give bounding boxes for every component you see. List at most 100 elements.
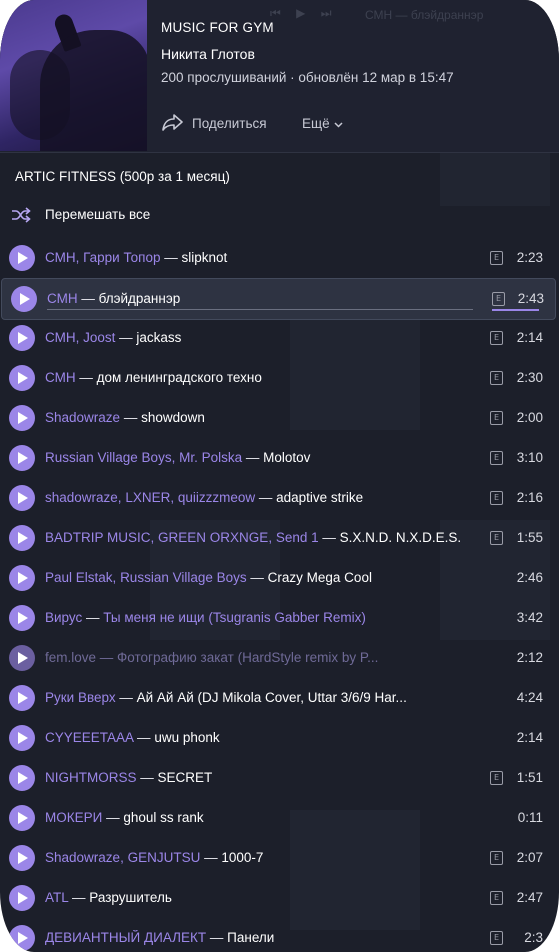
track-artist-link[interactable]: Shadowraze <box>45 410 120 425</box>
play-icon[interactable] <box>9 805 35 831</box>
track-row[interactable]: СМН — блэйдраннэр E 2:43 <box>1 278 556 320</box>
track-row[interactable]: СМН, Гарри Топор — slipknot E 2:23 <box>0 238 559 278</box>
play-icon[interactable] <box>9 845 35 871</box>
section-title: ARTIC FITNESS (500р за 1 месяц) <box>15 169 230 184</box>
track-artist-link[interactable]: quiizzzmeow <box>178 490 255 505</box>
track-duration: 2:07 <box>516 850 543 865</box>
track-duration: 2:23 <box>516 250 543 265</box>
track-artist-link[interactable]: Paul Elstak <box>45 570 113 585</box>
track-artist-link[interactable]: BADTRIP MUSIC <box>45 530 151 545</box>
track-duration: 2:46 <box>516 570 543 585</box>
play-icon[interactable] <box>9 485 35 511</box>
track-row[interactable]: МОКЕРИ — ghoul ss rank 0:11 <box>0 798 559 838</box>
track-artist-link[interactable]: Russian Village Boys <box>120 570 247 585</box>
track-artist-link[interactable]: СМН <box>45 330 76 345</box>
track-song-title: jackass <box>136 330 182 345</box>
track-artist-link[interactable]: ДЕВИАНТНЫЙ ДИАЛЕКТ <box>45 930 206 945</box>
play-icon[interactable] <box>9 605 35 631</box>
track-row[interactable]: Shadowraze, GENJUTSU — 1000-7 E 2:07 <box>0 838 559 878</box>
play-icon[interactable] <box>9 565 35 591</box>
track-artist-link[interactable]: fem.love <box>45 650 96 665</box>
track-artist-link[interactable]: GREEN ORXNGE <box>158 530 268 545</box>
play-icon[interactable] <box>9 765 35 791</box>
more-button-label: Ещё <box>302 115 330 131</box>
track-artist-link[interactable]: СМН <box>45 250 76 265</box>
track-duration: 2:12 <box>516 650 543 665</box>
track-row[interactable]: BADTRIP MUSIC, GREEN ORXNGE, Send 1 — S.… <box>0 518 559 558</box>
track-row[interactable]: Руки Вверх — Ай Ай Ай (DJ Mikola Cover, … <box>0 678 559 718</box>
track-row[interactable]: ATL — Разрушитель E 2:47 <box>0 878 559 918</box>
more-button[interactable]: Ещё <box>302 110 343 136</box>
playlist-cover-image[interactable] <box>0 0 147 151</box>
play-icon[interactable] <box>9 925 35 951</box>
track-row[interactable]: fem.love — Фотографию закат (HardStyle r… <box>0 638 559 678</box>
track-duration: 3:42 <box>516 610 543 625</box>
track-row[interactable]: shadowraze, LXNER, quiizzzmeow — adaptiv… <box>0 478 559 518</box>
track-song-title: S.X.N.D. N.X.D.E.S. <box>339 530 462 545</box>
track-artist-link[interactable]: Russian Village Boys <box>45 450 172 465</box>
explicit-badge-icon: E <box>490 331 503 345</box>
explicit-badge-icon: E <box>490 371 503 385</box>
track-song-title: Ты меня не ищи (Tsugranis Gabber Remix) <box>103 610 366 625</box>
play-icon[interactable] <box>9 325 35 351</box>
play-icon[interactable] <box>9 405 35 431</box>
play-icon[interactable] <box>9 885 35 911</box>
track-song-title: Панели <box>227 930 275 945</box>
track-artist-link[interactable]: ATL <box>45 890 68 905</box>
track-row[interactable]: СМН, Joost — jackass E 2:14 <box>0 318 559 358</box>
track-row[interactable]: Paul Elstak, Russian Village Boys — Craz… <box>0 558 559 598</box>
play-icon[interactable] <box>9 685 35 711</box>
play-icon[interactable] <box>9 725 35 751</box>
track-title-line: СМН — дом ленинградского техно <box>45 370 262 385</box>
track-row[interactable]: ДЕВИАНТНЫЙ ДИАЛЕКТ — Панели E 2:3 <box>0 918 559 952</box>
play-icon[interactable] <box>11 286 37 312</box>
play-icon[interactable] <box>9 365 35 391</box>
explicit-badge-icon: E <box>492 292 505 306</box>
play-icon[interactable] <box>9 245 35 271</box>
share-button-label: Поделиться <box>192 115 267 131</box>
track-artist-link[interactable]: Вирус <box>45 610 82 625</box>
track-artist-link[interactable]: Руки Вверх <box>45 690 116 705</box>
track-artist-link[interactable]: NIGHTMORSS <box>45 770 137 785</box>
track-song-title: Разрушитель <box>89 890 172 905</box>
explicit-badge-icon: E <box>490 451 503 465</box>
track-artist-link[interactable]: GENJUTSU <box>128 850 201 865</box>
track-song-title: adaptive strike <box>276 490 364 505</box>
track-duration: 2:43 <box>517 291 544 306</box>
track-progress-line[interactable] <box>47 309 473 310</box>
track-row[interactable]: Вирус — Ты меня не ищи (Tsugranis Gabber… <box>0 598 559 638</box>
track-title-line: Shadowraze — showdown <box>45 410 205 425</box>
track-artist-link[interactable]: Гарри Топор <box>83 250 160 265</box>
track-artist-link[interactable]: LXNER <box>125 490 170 505</box>
playlist-author[interactable]: Никита Глотов <box>161 46 255 62</box>
track-artist-link[interactable]: Joost <box>83 330 115 345</box>
track-title-line: СМН, Гарри Топор — slipknot <box>45 250 228 265</box>
playback-progress-bar[interactable] <box>492 309 539 311</box>
track-song-title: 1000-7 <box>221 850 264 865</box>
explicit-badge-icon: E <box>490 491 503 505</box>
explicit-badge-icon: E <box>490 931 503 945</box>
share-button[interactable]: Поделиться <box>161 110 267 136</box>
music-app-window: ⏮ ▶ ⏭ СМН — блэйдраннэр MUSIC FOR GYM Ни… <box>0 0 559 952</box>
track-row[interactable]: NIGHTMORSS — SECRET E 1:51 <box>0 758 559 798</box>
shuffle-all-button[interactable]: Перемешать все <box>0 200 559 230</box>
track-artist-link[interactable]: СМН <box>47 291 78 306</box>
track-row[interactable]: Shadowraze — showdown E 2:00 <box>0 398 559 438</box>
track-artist-link[interactable]: CYYEEETAAA <box>45 730 133 745</box>
track-artist-link[interactable]: МОКЕРИ <box>45 810 102 825</box>
track-row[interactable]: CYYEEETAAA — uwu phonk 2:14 <box>0 718 559 758</box>
track-artist-link[interactable]: СМН <box>45 370 76 385</box>
track-row[interactable]: Russian Village Boys, Mr. Polska — Molot… <box>0 438 559 478</box>
track-title-line: NIGHTMORSS — SECRET <box>45 770 213 785</box>
track-artist-link[interactable]: Send 1 <box>276 530 319 545</box>
track-artist-link[interactable]: shadowraze <box>45 490 118 505</box>
track-song-title: блэйдраннэр <box>98 291 181 306</box>
play-icon[interactable] <box>9 445 35 471</box>
track-artist-link[interactable]: Shadowraze <box>45 850 120 865</box>
play-icon[interactable] <box>9 525 35 551</box>
track-artist-link[interactable]: Mr. Polska <box>179 450 242 465</box>
background-now-playing: СМН — блэйдраннэр <box>365 8 484 22</box>
play-icon[interactable] <box>9 645 35 671</box>
track-row[interactable]: СМН — дом ленинградского техно E 2:30 <box>0 358 559 398</box>
track-title-line: BADTRIP MUSIC, GREEN ORXNGE, Send 1 — S.… <box>45 530 462 545</box>
